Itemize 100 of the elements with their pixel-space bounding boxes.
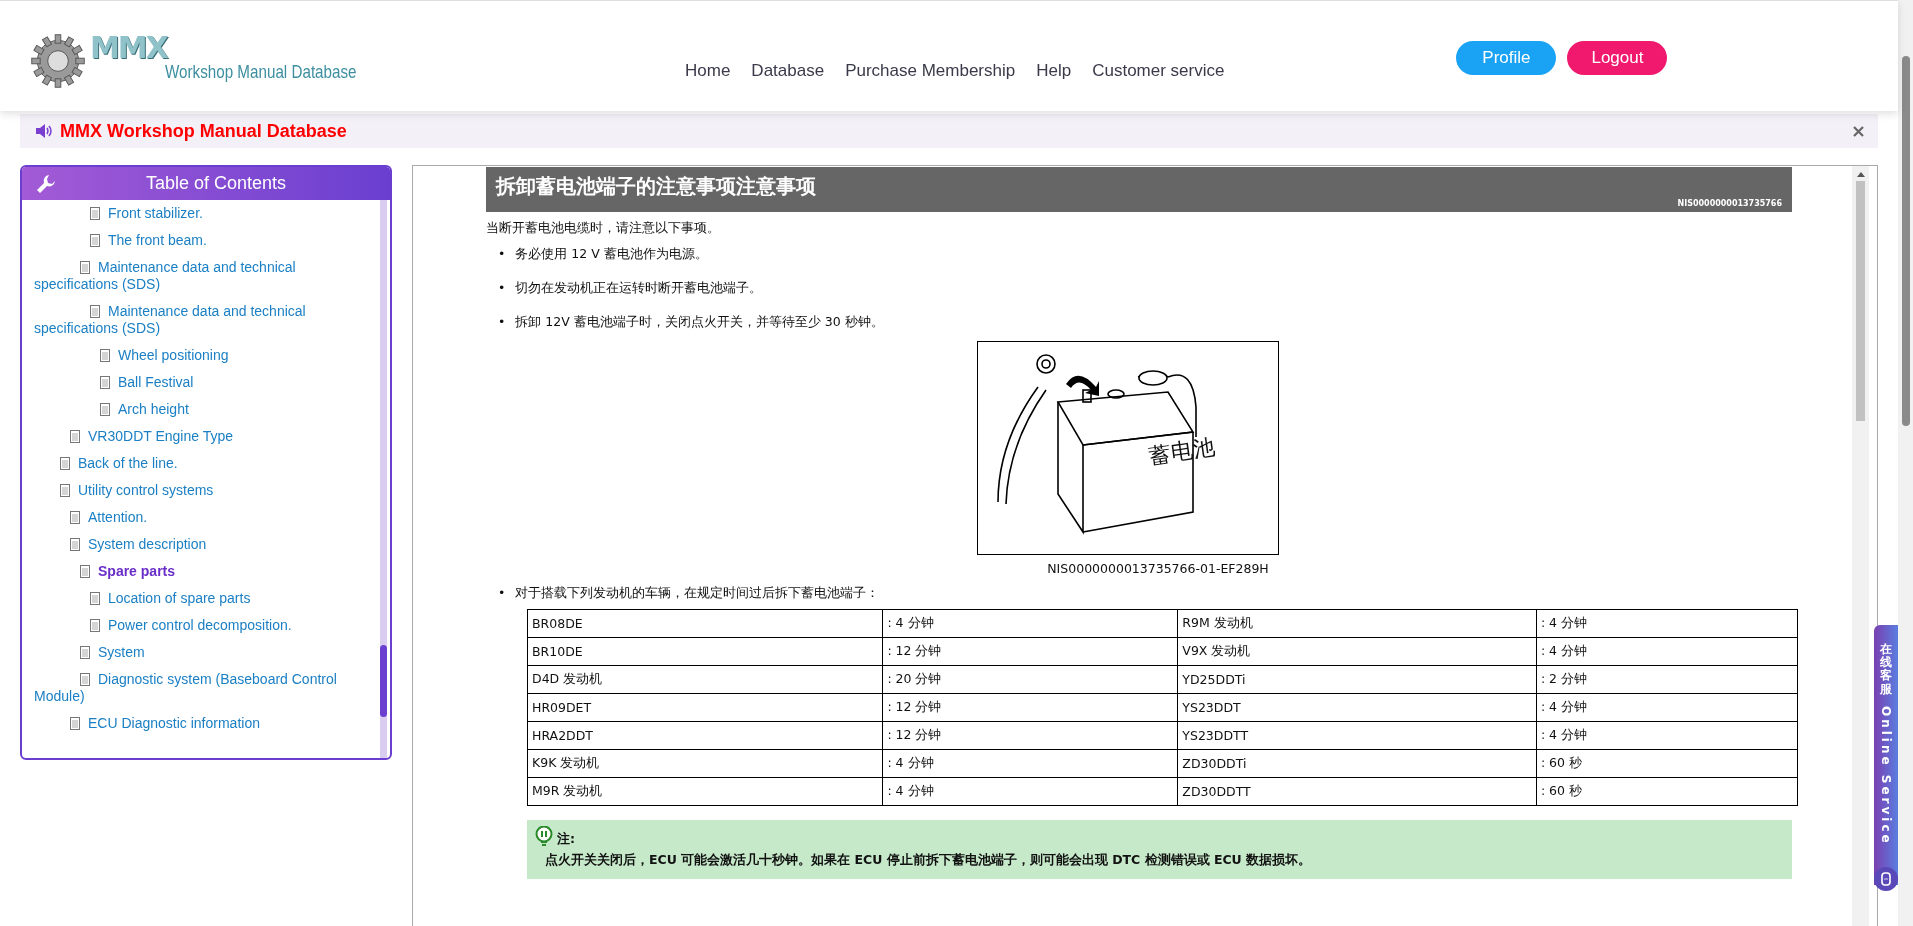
toc-item[interactable]: Spare parts bbox=[22, 558, 380, 585]
nav-link[interactable]: Home bbox=[685, 61, 731, 81]
scrollbar-thumb[interactable] bbox=[1901, 56, 1910, 426]
table-cell: : 4 分钟 bbox=[1536, 693, 1798, 722]
table-cell: V9X 发动机 bbox=[1177, 637, 1537, 666]
bullet-item: 务必使用 12 V 蓄电池作为电源。 bbox=[515, 245, 708, 263]
table-cell: : 4 分钟 bbox=[1536, 721, 1798, 750]
toc-item[interactable]: Arch height bbox=[22, 396, 380, 423]
bullet-marker: • bbox=[498, 584, 506, 602]
table-cell: : 20 分钟 bbox=[882, 665, 1178, 694]
document-icon bbox=[80, 673, 90, 686]
document-icon bbox=[80, 261, 90, 274]
table-cell: YS23DDTT bbox=[1177, 721, 1537, 750]
table-cell: YS23DDT bbox=[1177, 693, 1537, 722]
table-cell: YD25DDTi bbox=[1177, 665, 1537, 694]
article-title: 拆卸蓄电池端子的注意事项注意事项 bbox=[496, 175, 817, 197]
figure-label: 蓄电池 bbox=[1147, 433, 1217, 471]
table-cell: : 4 分钟 bbox=[1536, 609, 1798, 638]
table-cell: BR08DE bbox=[527, 609, 883, 638]
bullet-item: 切勿在发动机正在运转时断开蓄电池端子。 bbox=[515, 279, 763, 297]
logout-button[interactable]: Logout bbox=[1567, 41, 1668, 75]
notice-title: MMX Workshop Manual Database bbox=[60, 120, 348, 142]
document-icon bbox=[60, 484, 70, 497]
gear-icon bbox=[28, 31, 88, 91]
document-icon bbox=[90, 207, 100, 220]
nav-link[interactable]: Database bbox=[751, 61, 825, 81]
toc-item[interactable]: Ball Festival bbox=[22, 369, 380, 396]
table-cell: : 4 分钟 bbox=[882, 777, 1178, 806]
profile-button[interactable]: Profile bbox=[1456, 41, 1557, 75]
toc-item[interactable]: Back of the line. bbox=[22, 450, 380, 477]
scrollbar[interactable] bbox=[1852, 166, 1869, 926]
toc-item[interactable]: Attention. bbox=[22, 504, 380, 531]
table-cell: ZD30DDTi bbox=[1177, 749, 1537, 778]
chat-icon[interactable] bbox=[1874, 867, 1898, 891]
wrench-icon bbox=[36, 173, 56, 194]
online-service-tab[interactable]: 在线客服 Online Service bbox=[1874, 625, 1898, 885]
table-cell: : 2 分钟 bbox=[1536, 665, 1798, 694]
nav-link[interactable]: Help bbox=[1036, 61, 1072, 81]
document-icon bbox=[80, 646, 90, 659]
table-cell: : 12 分钟 bbox=[882, 721, 1178, 750]
document-icon bbox=[60, 457, 70, 470]
scrollbar-thumb[interactable] bbox=[1856, 181, 1865, 421]
table-cell: HR09DET bbox=[527, 693, 883, 722]
scrollbar-thumb[interactable] bbox=[380, 645, 387, 717]
intro-text: 当断开蓄电池电缆时，请注意以下事项。 bbox=[486, 220, 721, 237]
table-cell: : 12 分钟 bbox=[882, 693, 1178, 722]
toc-item[interactable]: Power control decomposition. bbox=[22, 612, 380, 639]
toc-title: Table of Contents bbox=[144, 173, 288, 194]
document-icon bbox=[90, 592, 100, 605]
toc-item[interactable]: ECU Diagnostic information bbox=[22, 710, 380, 737]
toc-item[interactable]: Maintenance data and technical specifications (SDS) bbox=[22, 298, 380, 342]
document-icon bbox=[70, 430, 80, 443]
nav-link[interactable]: Customer service bbox=[1092, 61, 1225, 81]
bullet-item: 对于搭载下列发动机的车辆，在规定时间过后拆下蓄电池端子： bbox=[515, 584, 880, 602]
table-cell: : 4 分钟 bbox=[1536, 637, 1798, 666]
table-cell: ZD30DDTT bbox=[1177, 777, 1537, 806]
nav-link[interactable]: Purchase Membership bbox=[845, 61, 1016, 81]
toc-item[interactable]: Front stabilizer. bbox=[22, 200, 380, 227]
bullet-marker: • bbox=[498, 245, 506, 263]
note-text: 点火开关关闭后，ECU 可能会激活几十秒钟。如果在 ECU 停止前拆下蓄电池端子，则可能会出现 DTC 检测错误或 ECU 数据损坏。 bbox=[545, 852, 1313, 869]
toc-item[interactable]: Wheel positioning bbox=[22, 342, 380, 369]
table-cell: BR10DE bbox=[527, 637, 883, 666]
speaker-icon bbox=[34, 121, 54, 141]
logo-mark: MMX bbox=[90, 31, 167, 65]
toc-item[interactable]: VR30DDT Engine Type bbox=[22, 423, 380, 450]
table-cell: : 12 分钟 bbox=[882, 637, 1178, 666]
logo-text: Workshop Manual Database bbox=[164, 61, 357, 83]
table-cell: : 4 分钟 bbox=[882, 749, 1178, 778]
document-icon bbox=[100, 376, 110, 389]
table-cell: D4D 发动机 bbox=[527, 665, 883, 694]
document-icon bbox=[70, 511, 80, 524]
note-heading: 注: bbox=[557, 831, 575, 848]
bullet-item: 拆卸 12V 蓄电池端子时，关闭点火开关，并等待至少 30 秒钟。 bbox=[515, 313, 884, 331]
document-icon bbox=[90, 619, 100, 632]
document-icon bbox=[90, 305, 100, 318]
bullet-marker: • bbox=[498, 279, 506, 297]
toc-item[interactable]: Location of spare parts bbox=[22, 585, 380, 612]
document-icon bbox=[100, 349, 110, 362]
scroll-up-icon[interactable] bbox=[1856, 171, 1865, 177]
toc-item[interactable]: Diagnostic system (Baseboard Control Module) bbox=[22, 666, 380, 710]
toc-item[interactable]: System bbox=[22, 639, 380, 666]
table-cell: K9K 发动机 bbox=[527, 749, 883, 778]
scrollbar[interactable] bbox=[1898, 0, 1913, 926]
lightbulb-icon bbox=[535, 826, 553, 848]
document-icon bbox=[100, 403, 110, 416]
figure-caption: NIS0000000013735766-01-EF289H bbox=[1047, 561, 1269, 576]
close-icon[interactable] bbox=[1853, 125, 1864, 137]
document-icon bbox=[90, 234, 100, 247]
table-cell: R9M 发动机 bbox=[1177, 609, 1537, 638]
bullet-marker: • bbox=[498, 313, 506, 331]
table-cell: : 60 秒 bbox=[1536, 777, 1798, 806]
toc-item[interactable]: The front beam. bbox=[22, 227, 380, 254]
scrollbar[interactable] bbox=[380, 200, 387, 758]
document-id: NIS0000000013735766 bbox=[1677, 199, 1782, 208]
toc-item[interactable]: Utility control systems bbox=[22, 477, 380, 504]
table-cell: HRA2DDT bbox=[527, 721, 883, 750]
table-cell: : 60 秒 bbox=[1536, 749, 1798, 778]
table-cell: M9R 发动机 bbox=[527, 777, 883, 806]
toc-item[interactable]: Maintenance data and technical specifications (SDS) bbox=[22, 254, 380, 298]
toc-item[interactable]: System description bbox=[22, 531, 380, 558]
